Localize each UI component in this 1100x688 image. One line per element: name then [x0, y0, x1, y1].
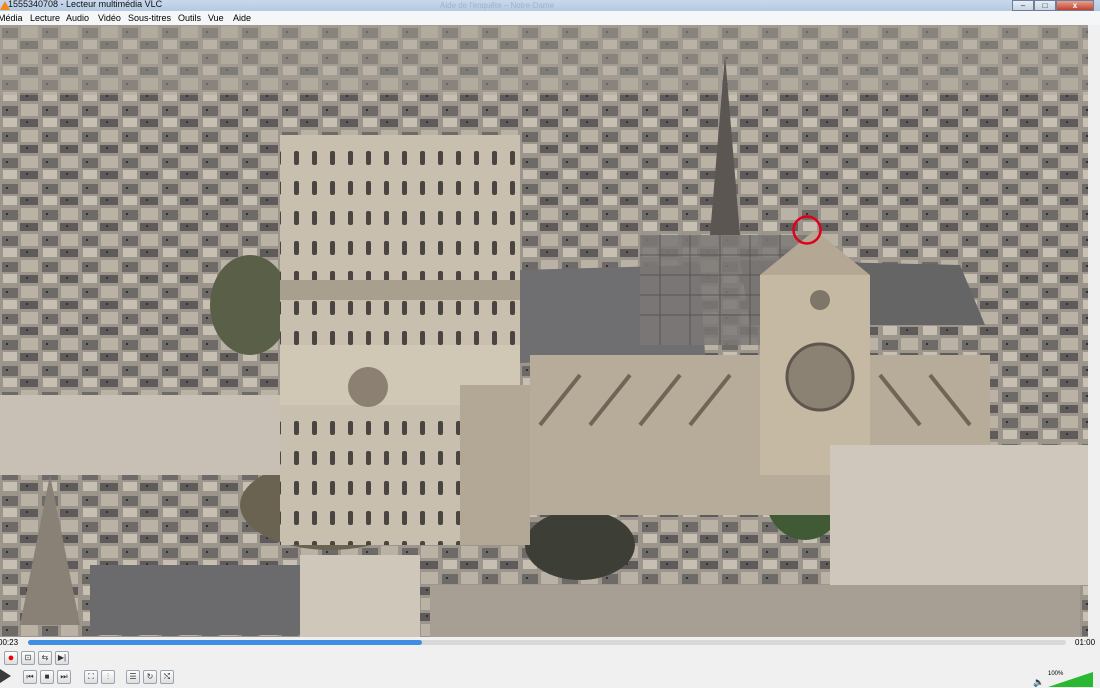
total-time: 01:00 [1075, 638, 1096, 647]
menu-lecture[interactable]: Lecture [30, 12, 60, 24]
extended-settings-icon[interactable]: ⫶ [101, 670, 115, 684]
previous-icon[interactable]: ⏮ [23, 670, 37, 684]
menu-help[interactable]: Aide [233, 12, 251, 24]
background-window-title: Aide de l'enquête – Notre-Dame [440, 1, 555, 10]
snapshot-icon[interactable]: ⊡ [21, 651, 35, 665]
seek-slider[interactable] [28, 640, 1066, 645]
menu-video[interactable]: Vidéo [98, 12, 121, 24]
elapsed-time: 00:23 [0, 638, 19, 647]
stop-icon[interactable]: ■ [40, 670, 54, 684]
window-controls: – □ x [1012, 0, 1094, 11]
minimize-button[interactable]: – [1012, 0, 1034, 11]
play-icon[interactable] [0, 669, 11, 683]
volume-slider[interactable] [1048, 672, 1093, 687]
loop-icon[interactable]: ↻ [143, 670, 157, 684]
menu-view[interactable]: Vue [208, 12, 224, 24]
record-icon[interactable]: ● [4, 651, 18, 665]
menu-tools[interactable]: Outils [178, 12, 201, 24]
playlist-icon[interactable]: ☰ [126, 670, 140, 684]
video-frame [0, 25, 1100, 637]
menu-audio[interactable]: Audio [66, 12, 89, 24]
maximize-button[interactable]: □ [1034, 0, 1056, 11]
next-icon[interactable]: ⏭ [57, 670, 71, 684]
title-bar: 1555340708 - Lecteur multimédia VLC Aide… [0, 0, 1100, 11]
loop-ab-icon[interactable]: ⇆ [38, 651, 52, 665]
shuffle-icon[interactable]: ⤭ [160, 670, 174, 684]
close-button[interactable]: x [1056, 0, 1094, 11]
speaker-icon[interactable]: 🔈 [1033, 677, 1044, 688]
video-display[interactable] [0, 25, 1100, 637]
window-title: 1555340708 - Lecteur multimédia VLC [8, 0, 163, 9]
frame-by-frame-icon[interactable]: ▶| [55, 651, 69, 665]
menu-media[interactable]: Média [0, 12, 23, 24]
seek-bar-area: 00:23 01:00 [0, 637, 1100, 650]
menu-bar: Média Lecture Audio Vidéo Sous-titres Ou… [0, 11, 1100, 26]
seek-progress [28, 640, 423, 645]
fullscreen-icon[interactable]: ⛶ [84, 670, 98, 684]
menu-subtitles[interactable]: Sous-titres [128, 12, 171, 24]
